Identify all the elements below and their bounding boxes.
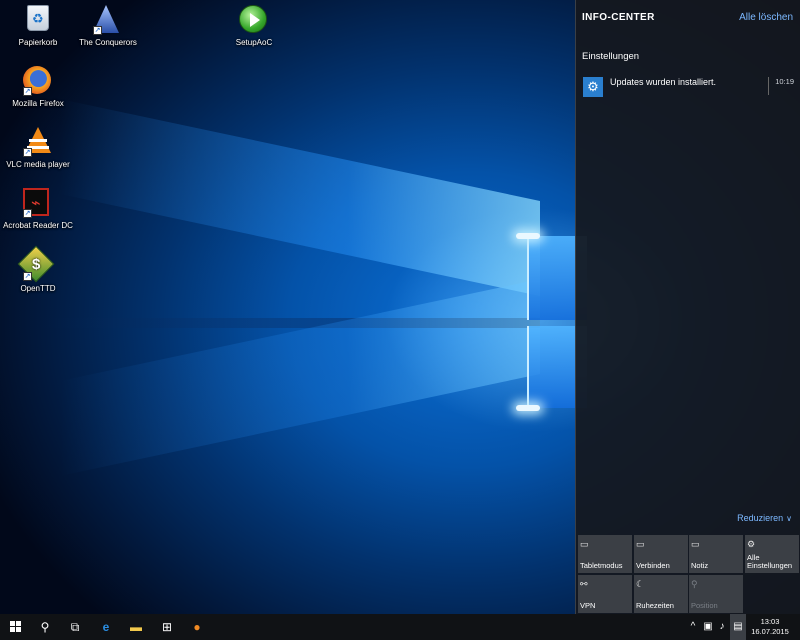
quick-action-label: Position [691,601,718,610]
desktop-icon-label: Acrobat Reader DC [3,221,73,230]
firefox-icon: ● [193,620,201,634]
volume-icon: ♪ [719,621,725,632]
clock-date: 16.07.2015 [751,627,789,636]
desktop-icon-vlc-media-player[interactable]: ↗ VLC media player [0,127,76,170]
tablet-mode-icon: ▭ [580,539,589,549]
clock-time: 13:03 [760,617,780,626]
desktop-icon-label: Mozilla Firefox [12,99,64,108]
location-icon: ⚲ [691,579,698,589]
gear-icon: ⚙ [747,539,756,549]
tray-overflow-button[interactable]: ^ [686,614,700,640]
shortcut-arrow-icon: ↗ [23,148,32,157]
settings-gear-icon: ⚙ [583,77,603,97]
quick-action-position[interactable]: ⚲ Position [689,575,743,613]
vpn-icon: ⚯ [580,579,588,589]
desktop-icon-label: The Conquerors [79,38,137,47]
taskbar: ⚲ ⧉ e ▬ ⊞ ● ^ ▣ ♪ ▤ 13:03 16.07.2015 [0,614,800,640]
desktop-icon-papierkorb[interactable]: Papierkorb [0,5,76,48]
desktop-icon-acrobat-reader-dc[interactable]: ↗ Acrobat Reader DC [0,188,76,231]
connect-icon: ▭ [636,539,645,549]
quick-action-label: VPN [580,601,596,610]
recycle-bin-icon [23,5,53,35]
file-explorer-icon: ▬ [130,620,142,634]
wallpaper-light-beam [60,98,540,297]
shortcut-arrow-icon: ↗ [23,87,32,96]
task-view-icon: ⧉ [70,620,80,634]
file-explorer-taskbar-button[interactable]: ▬ [121,614,151,640]
store-taskbar-button[interactable]: ⊞ [152,614,182,640]
notification-icon: ▤ [733,621,743,632]
search-button[interactable]: ⚲ [30,614,60,640]
desktop-icon-openttd[interactable]: $ ↗ OpenTTD [0,245,76,294]
start-button[interactable] [0,614,30,640]
collapse-quick-actions-link[interactable]: Reduzieren ∨ [737,513,792,523]
quick-action-label: Notiz [691,561,709,570]
chevron-up-icon: ^ [690,621,696,632]
note-icon: ▭ [691,539,700,549]
clear-all-link[interactable]: Alle löschen [739,12,793,23]
quick-action-tabletmodus[interactable]: ▭ Tabletmodus [578,535,632,573]
shortcut-arrow-icon: ↗ [93,26,102,35]
firefox-taskbar-button[interactable]: ● [182,614,212,640]
network-icon: ▣ [703,621,713,632]
shortcut-arrow-icon: ↗ [23,209,32,218]
tray-network-button[interactable]: ▣ [702,614,714,640]
desktop-icon-label: OpenTTD [20,284,56,293]
desktop-icon-setupaoc[interactable]: SetupAoC [216,5,292,48]
quick-action-label: Alle Einstellungen [747,553,793,570]
desktop-icon-mozilla-firefox[interactable]: ↗ Mozilla Firefox [0,66,76,109]
start-icon [10,621,22,633]
quick-action-label: Tabletmodus [580,561,623,570]
desktop-icon-the-conquerors[interactable]: ↗ The Conquerors [70,5,146,48]
task-view-button[interactable]: ⧉ [60,614,90,640]
quick-action-verbinden[interactable]: ▭ Verbinden [634,535,688,573]
wallpaper-glow [516,405,540,411]
notification-group-title[interactable]: Einstellungen [582,51,639,62]
collapse-label: Reduzieren [737,513,784,523]
notification-item[interactable]: ⚙ Updates wurden installiert. 10:19 [582,75,794,101]
vlc-icon: ↗ [23,127,53,157]
shortcut-arrow-icon: ↗ [23,272,32,281]
edge-icon: e [102,620,110,634]
quick-action-label: Verbinden [636,561,670,570]
desktop-icon-label: SetupAoC [235,38,273,47]
taskbar-clock[interactable]: 13:03 16.07.2015 [748,617,792,637]
conquerors-icon: ↗ [93,5,123,35]
acrobat-icon: ↗ [23,188,53,218]
openttd-icon: $ ↗ [17,245,55,283]
search-icon: ⚲ [40,620,50,634]
wallpaper-light-beam [60,278,540,477]
notification-text: Updates wurden installiert. [610,77,717,87]
notification-time: 10:19 [768,77,794,95]
firefox-icon: ↗ [23,66,53,96]
desktop-icon-label: VLC media player [6,160,70,169]
moon-icon: ☾ [636,579,645,589]
store-icon: ⊞ [161,620,173,634]
chevron-down-icon: ∨ [786,514,792,523]
action-center-button[interactable]: ▤ [730,614,746,640]
quick-action-notiz[interactable]: ▭ Notiz [689,535,743,573]
quick-action-vpn[interactable]: ⚯ VPN [578,575,632,613]
tray-volume-button[interactable]: ♪ [716,614,728,640]
quick-action-ruhezeiten[interactable]: ☾ Ruhezeiten [634,575,688,613]
action-center-title: INFO-CENTER [582,12,655,23]
desktop-icon-label: Papierkorb [18,38,58,47]
play-icon [239,5,269,35]
action-center-panel: INFO-CENTER Alle löschen Einstellungen ⚙… [575,0,800,614]
quick-action-label: Ruhezeiten [636,601,674,610]
wallpaper-glow [516,233,540,239]
quick-action-alle-einstellungen[interactable]: ⚙ Alle Einstellungen [745,535,799,573]
edge-taskbar-button[interactable]: e [91,614,121,640]
